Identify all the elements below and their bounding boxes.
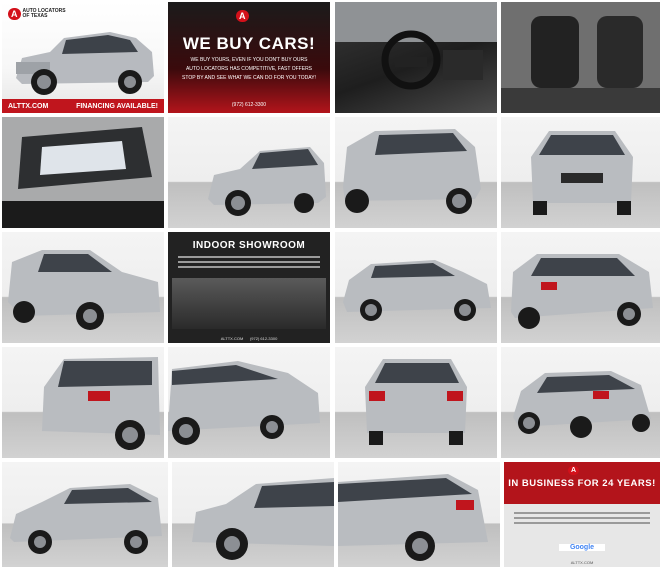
gallery-photo-4[interactable] [501,2,660,113]
gallery-photo-16[interactable] [501,347,660,458]
car-icon [208,147,326,216]
gallery-photo-13[interactable] [2,347,164,458]
gallery-photo-10[interactable]: INDOOR SHOWROOM ALTTX.COM (972) 612-3300 [168,232,330,343]
car-icon [511,254,653,329]
steering-wheel-icon [335,2,497,90]
gallery-photo-14[interactable] [168,347,330,458]
car-icon [168,361,320,445]
promo-headline: IN BUSINESS FOR 24 YEARS! [508,478,656,489]
gallery-photo-7[interactable] [335,117,497,228]
promo-headline: INDOOR SHOWROOM [192,240,306,251]
car-icon [365,359,467,445]
car-icon [42,357,160,450]
gallery-photo-9[interactable] [2,232,164,343]
gallery-photo-8[interactable] [501,117,660,228]
car-icon [8,250,160,330]
car-icon [343,129,481,214]
gallery-photo-1[interactable]: A AUTO LOCATORS OF TEXAS ALTTX.COM FINANC… [2,2,164,113]
car-icon [16,32,154,95]
sunroof-icon [2,117,164,228]
gallery-photo-20[interactable]: A IN BUSINESS FOR 24 YEARS! Google ALTTX… [504,462,660,567]
gallery-photo-12[interactable] [501,232,660,343]
car-icon [343,260,491,321]
gallery-photo-18[interactable] [172,462,334,567]
car-icon [513,371,651,438]
car-icon [531,131,633,215]
logo-icon: A [236,10,249,22]
gallery-photo-19[interactable] [338,462,500,567]
gallery-photo-6[interactable] [168,117,330,228]
gallery-photo-11[interactable] [335,232,497,343]
showroom-photo [172,278,326,329]
photo-gallery: A AUTO LOCATORS OF TEXAS ALTTX.COM FINANC… [0,0,660,569]
gallery-photo-15[interactable] [335,347,497,458]
car-icon [338,474,488,561]
gallery-photo-3[interactable] [335,2,497,113]
car-icon [10,484,162,554]
logo-icon: A [568,466,580,475]
seat-icon [501,2,660,113]
google-icon: Google [559,544,605,551]
financing-banner: ALTTX.COM FINANCING AVAILABLE! [2,99,164,113]
gallery-photo-17[interactable] [2,462,168,567]
promo-headline: WE BUY CARS! [182,34,316,53]
car-icon [192,478,334,560]
gallery-photo-2[interactable]: A WE BUY CARS! WE BUY YOURS, EVEN IF YOU… [168,2,330,113]
gallery-photo-5[interactable] [2,117,164,228]
